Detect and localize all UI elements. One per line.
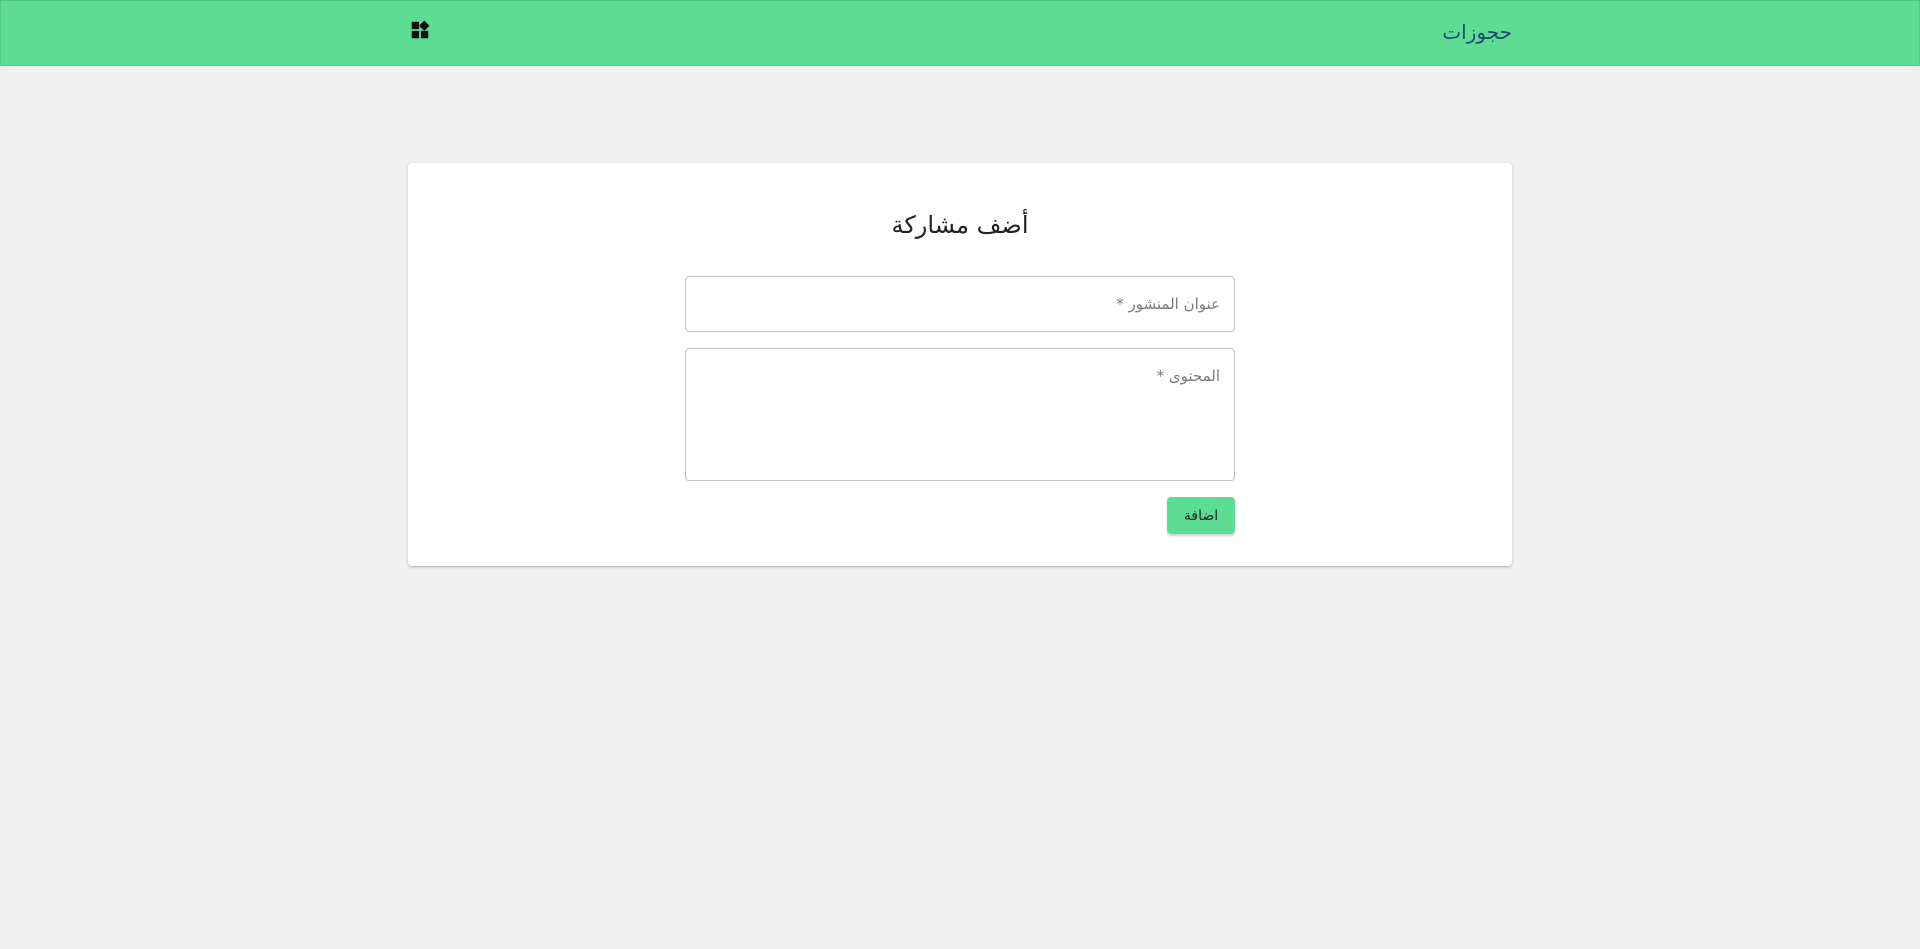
- brand-title[interactable]: حجوزات: [1442, 20, 1512, 44]
- post-content-textarea[interactable]: [685, 348, 1235, 481]
- top-app-bar: حجوزات: [0, 0, 1920, 66]
- add-post-card: أضف مشاركة اضافة: [408, 163, 1512, 566]
- add-post-submit-button[interactable]: اضافة: [1167, 497, 1235, 534]
- form-title: أضف مشاركة: [891, 211, 1029, 239]
- post-title-input[interactable]: [685, 276, 1235, 332]
- widgets-icon: [411, 20, 430, 39]
- widgets-menu-button[interactable]: [408, 18, 432, 42]
